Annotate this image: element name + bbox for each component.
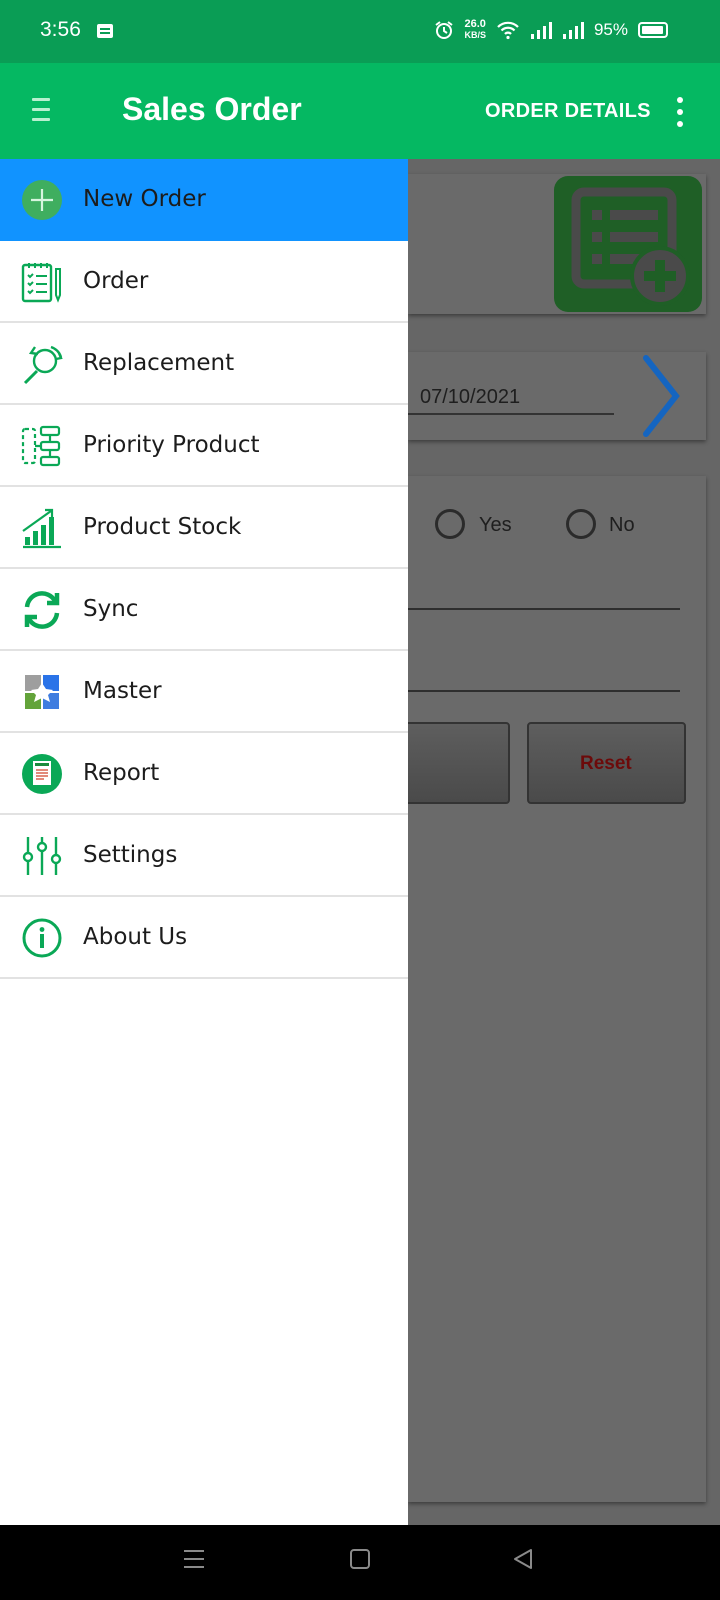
sliders-icon — [21, 835, 63, 877]
add-circle-icon — [21, 179, 63, 221]
alarm-icon — [435, 21, 454, 39]
app-bar: Sales Order ORDER DETAILS — [0, 63, 720, 159]
drawer-item-label: About Us — [83, 924, 188, 950]
status-time: 3:56 — [40, 18, 81, 41]
reset-button-label: Reset — [580, 753, 632, 774]
home-icon[interactable] — [349, 1547, 371, 1571]
growth-chart-icon — [21, 507, 63, 549]
report-document-icon — [21, 753, 63, 795]
wifi-icon — [497, 21, 519, 40]
drawer-item-product-stock[interactable]: Product Stock — [0, 487, 408, 569]
radio-no[interactable] — [566, 509, 596, 539]
status-icons: 26.0 KB/S 95% — [434, 19, 668, 41]
radio-yes[interactable] — [435, 509, 465, 539]
drawer-item-priority-product[interactable]: Priority Product — [0, 405, 408, 487]
submit-button[interactable] — [396, 722, 510, 804]
overflow-menu-icon[interactable] — [677, 97, 683, 127]
drawer-item-label: Settings — [83, 842, 178, 868]
drawer-item-sync[interactable]: Sync — [0, 569, 408, 651]
drawer-item-label: Order — [83, 268, 149, 294]
drawer-item-about-us[interactable]: About Us — [0, 897, 408, 979]
recent-apps-icon[interactable] — [183, 1547, 205, 1571]
form-card — [408, 476, 706, 1502]
order-date-value[interactable]: 07/10/2021 — [420, 386, 520, 409]
speed-unit: KB/S — [464, 30, 486, 40]
drawer-item-label: Report — [83, 760, 160, 786]
drawer-item-report[interactable]: Report — [0, 733, 408, 815]
status-bar: 3:56 26.0 KB/S 95% — [0, 0, 720, 63]
message-notification-icon — [97, 24, 113, 38]
input-underline-1 — [408, 608, 680, 610]
app-title: Sales Order — [122, 91, 302, 127]
drawer-item-master[interactable]: Master — [0, 651, 408, 733]
clipboard-list-icon — [21, 261, 63, 303]
speed-value: 26.0 — [464, 18, 486, 30]
signal-icon-1 — [530, 22, 552, 39]
back-icon[interactable] — [512, 1547, 534, 1571]
info-icon — [21, 917, 63, 959]
drawer-item-label: Priority Product — [83, 432, 260, 458]
chevron-right-icon[interactable] — [640, 354, 682, 438]
navigation-drawer: New Order Order Replacement Priority Pro… — [0, 159, 408, 1525]
drawer-item-replacement[interactable]: Replacement — [0, 323, 408, 405]
system-nav-bar — [0, 1525, 720, 1600]
drawer-item-label: New Order — [83, 186, 206, 212]
battery-percent: 95% — [593, 20, 628, 39]
date-underline — [408, 413, 614, 415]
drawer-item-order[interactable]: Order — [0, 241, 408, 323]
signal-icon-2 — [562, 22, 584, 39]
drawer-item-settings[interactable]: Settings — [0, 815, 408, 897]
radio-no-label: No — [609, 514, 635, 536]
drawer-item-label: Master — [83, 678, 162, 704]
battery-icon — [638, 22, 668, 38]
menu-icon[interactable] — [32, 98, 50, 124]
order-details-button[interactable]: ORDER DETAILS — [485, 100, 651, 123]
network-speed: 26.0 KB/S — [464, 19, 486, 41]
drawer-item-label: Product Stock — [83, 514, 242, 540]
drawer-item-label: Sync — [83, 596, 139, 622]
add-order-icon[interactable] — [554, 176, 702, 312]
drawer-item-label: Replacement — [83, 350, 235, 376]
puzzle-grid-icon — [21, 671, 63, 713]
radio-yes-label: Yes — [479, 514, 512, 536]
input-underline-2 — [408, 690, 680, 692]
replace-cycle-icon — [21, 343, 63, 385]
sync-icon — [21, 589, 63, 631]
drawer-item-new-order[interactable]: New Order — [0, 159, 408, 241]
flowchart-icon — [21, 425, 63, 467]
